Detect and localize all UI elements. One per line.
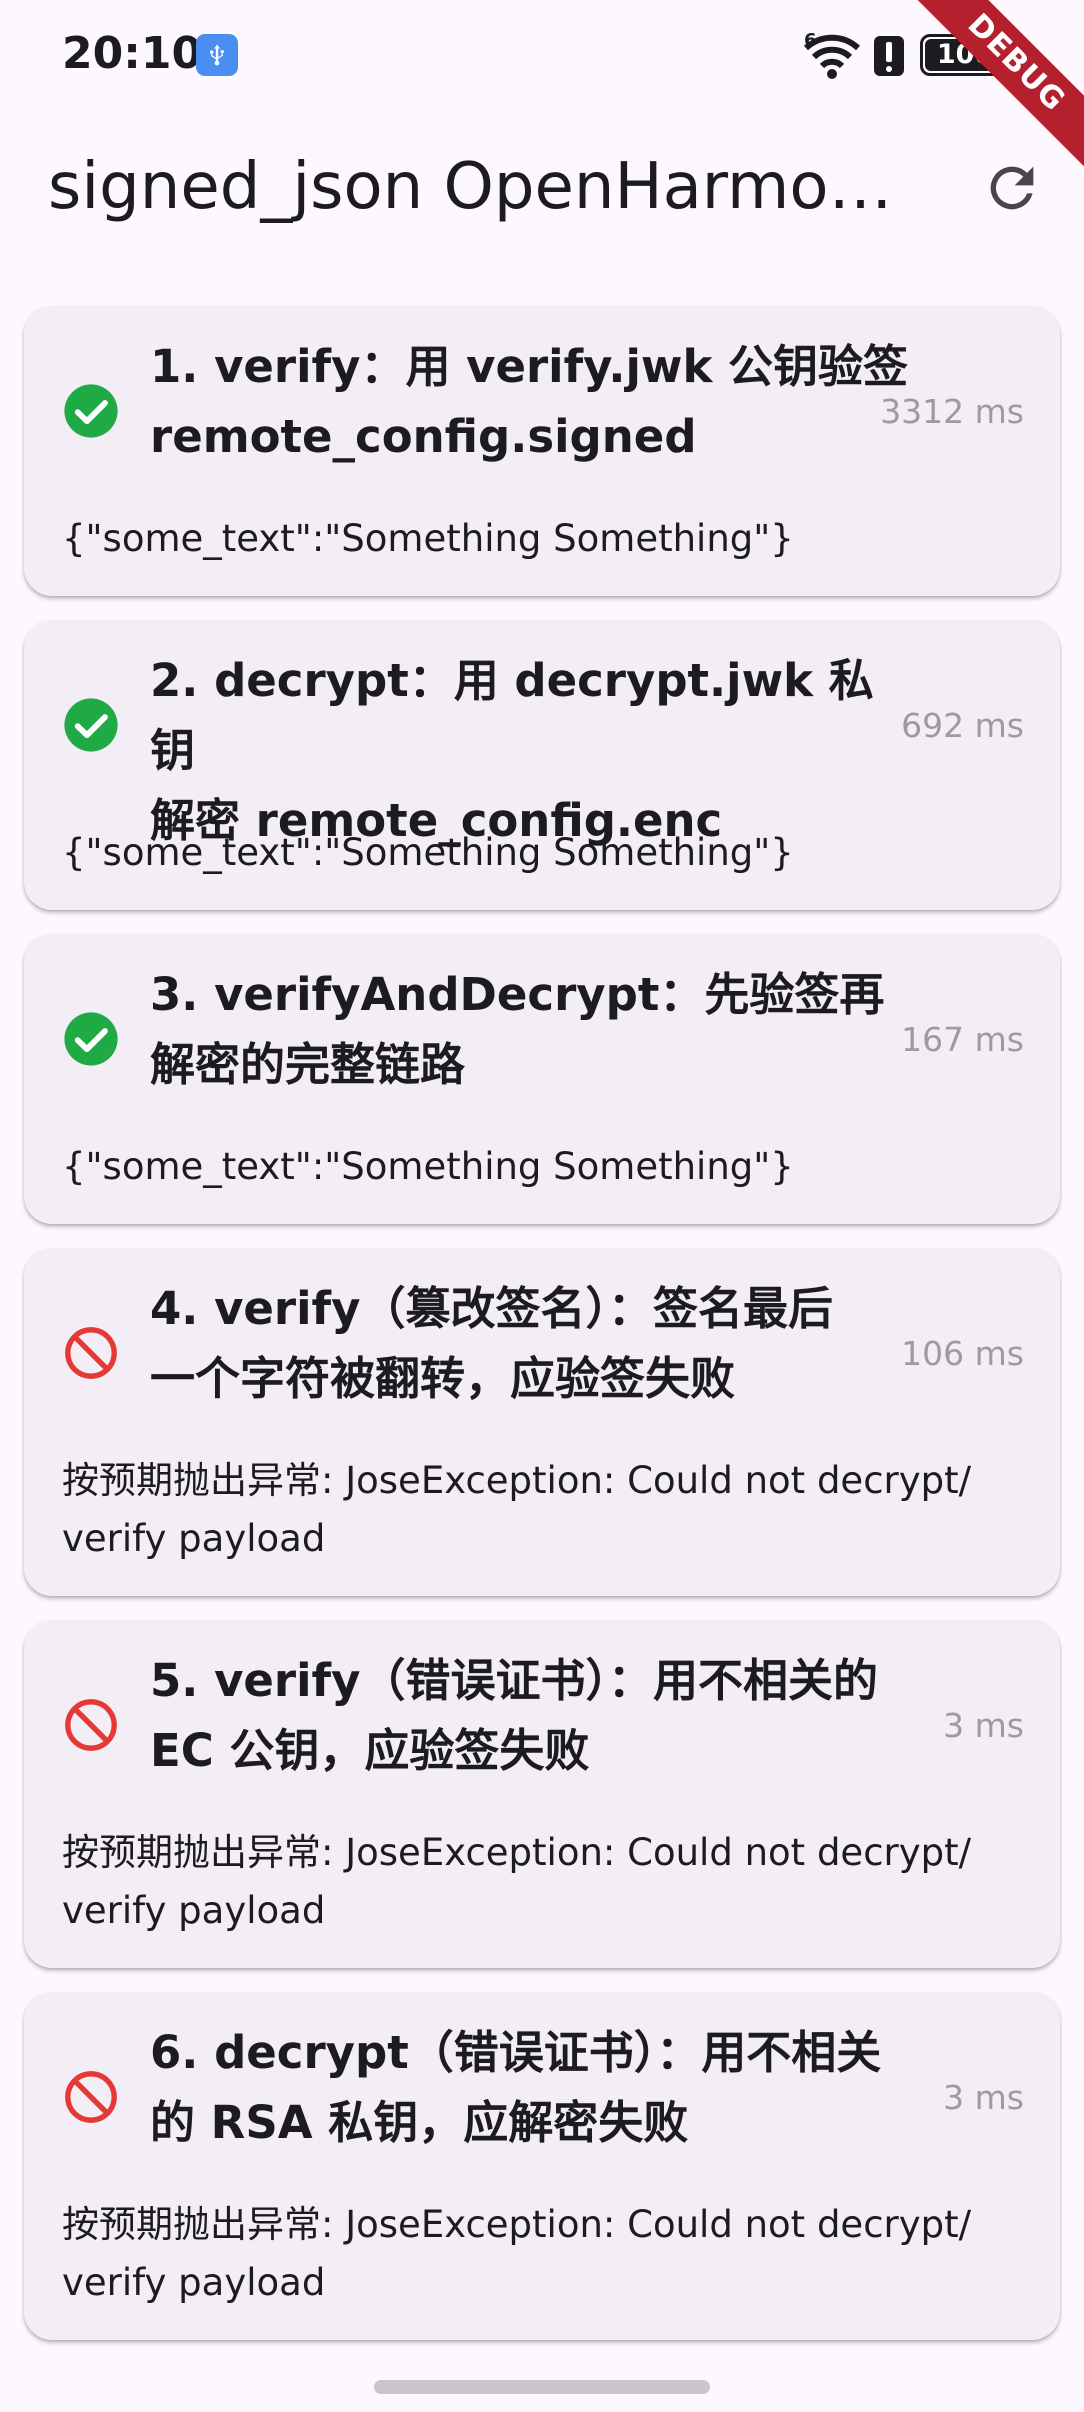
result-card: 3. verifyAndDecrypt：先验签再 解密的完整链路 167 ms {… [24,934,1060,1224]
app-bar: signed_json OpenHarmony Demo [0,120,1084,260]
app-title: signed_json OpenHarmony Demo [48,150,908,224]
status-time: 20:10 [62,28,203,79]
refresh-button[interactable] [974,150,1050,226]
block-icon [65,1327,117,1379]
screen: 20:10 6 100 DEBUG signed_json OpenHarmon… [0,0,1084,2412]
result-duration: 167 ms [901,1020,1024,1059]
result-card: 6. decrypt（错误证书）：用不相关的 RSA 私钥，应解密失败 3 ms… [24,1992,1060,2340]
result-title: 4. verify（篡改签名）：签名最后 一个字符被翻转，应验签失败 [150,1282,833,1405]
result-duration: 692 ms [901,706,1024,745]
check-circle-icon [64,1012,118,1066]
result-output: {"some_text":"Something Something"} [62,1145,794,1188]
result-card: 4. verify（篡改签名）：签名最后 一个字符被翻转，应验签失败 106 ms… [24,1248,1060,1596]
usb-icon [196,34,238,76]
result-duration: 3 ms [943,2078,1024,2117]
result-list: 1. verify：用 verify.jwk 公钥验签 remote_config… [24,306,1060,2364]
result-duration: 106 ms [901,1334,1024,1373]
result-card: 2. decrypt：用 decrypt.jwk 私钥 解密 remote_con… [24,620,1060,910]
result-output: {"some_text":"Something Something"} [62,831,794,874]
result-output: 按预期抛出异常: JoseException: Could not decryp… [62,1831,972,1932]
result-title: 5. verify（错误证书）：用不相关的 EC 公钥，应验签失败 [150,1654,878,1777]
result-title: 6. decrypt（错误证书）：用不相关的 RSA 私钥，应解密失败 [150,2026,882,2149]
result-duration: 3 ms [943,1706,1024,1745]
result-card: 1. verify：用 verify.jwk 公钥验签 remote_config… [24,306,1060,596]
alert-icon [874,36,904,76]
wifi-icon [800,30,864,84]
result-title: 1. verify：用 verify.jwk 公钥验签 remote_config… [150,340,909,463]
result-output: 按预期抛出异常: JoseException: Could not decryp… [62,2203,972,2304]
result-output: {"some_text":"Something Something"} [62,517,794,560]
result-output: 按预期抛出异常: JoseException: Could not decryp… [62,1459,972,1560]
result-card: 5. verify（错误证书）：用不相关的 EC 公钥，应验签失败 3 ms 按预… [24,1620,1060,1968]
status-bar: 20:10 6 100 [0,0,1084,110]
refresh-icon [990,166,1034,210]
block-icon [65,2071,117,2123]
block-icon [65,1699,117,1751]
check-circle-icon [64,384,118,438]
check-circle-icon [64,698,118,752]
home-indicator[interactable] [374,2380,710,2394]
result-title: 3. verifyAndDecrypt：先验签再 解密的完整链路 [150,968,885,1091]
result-duration: 3312 ms [880,392,1024,431]
